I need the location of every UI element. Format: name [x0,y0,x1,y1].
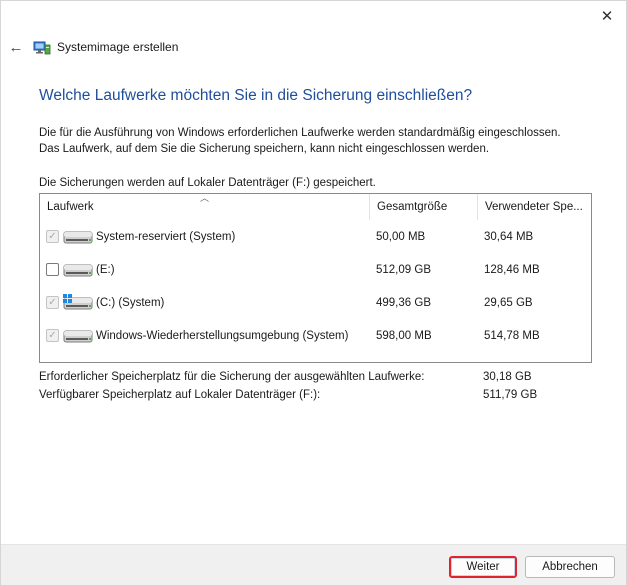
drive-name: (C:) (System) [96,296,165,309]
drive-used-space: 128,46 MB [484,263,540,276]
back-arrow-icon[interactable]: ← [9,39,24,56]
title-bar: ← Systemimage erstellen [1,33,626,61]
sort-caret-icon: ︿ [200,193,210,203]
description-line-1: Die für die Ausführung von Windows erfor… [39,127,561,139]
table-row[interactable]: ✓ (C:) (System) 499,36 GB 29,65 GB [40,286,591,319]
drive-name: Windows-Wiederherstellungsumgebung (Syst… [96,329,349,342]
column-header-drive-label: Laufwerk [47,201,94,213]
required-space-value: 30,18 GB [483,371,532,383]
check-icon: ✓ [48,296,57,308]
drive-used-space: 514,78 MB [484,329,540,342]
save-location-note: Die Sicherungen werden auf Lokaler Daten… [39,177,376,189]
drive-checkbox[interactable]: ✓ [46,296,59,309]
system-drive-icon [63,293,93,309]
hard-drive-icon [63,330,93,342]
dialog-window: ✕ ← Systemimage erstellen Welche Laufwer… [0,0,627,585]
check-icon: ✓ [48,230,57,242]
drive-checkbox[interactable] [46,263,59,276]
next-button[interactable]: Weiter [449,556,517,578]
available-space-label: Verfügbarer Speicherplatz auf Lokaler Da… [39,389,321,401]
available-space-row: Verfügbarer Speicherplatz auf Lokaler Da… [39,389,579,401]
column-header-total-size[interactable]: Gesamtgröße [369,194,477,220]
table-row[interactable]: ✓ Windows-Wiederherstellungsumgebung (Sy… [40,319,591,352]
page-heading: Welche Laufwerke möchten Sie in die Sich… [39,87,473,104]
drive-total-size: 598,00 MB [376,329,432,342]
cancel-button[interactable]: Abbrechen [525,556,615,578]
table-row[interactable]: (E:) 512,09 GB 128,46 MB [40,253,591,286]
system-image-icon [33,41,51,55]
button-bar: Weiter Abbrechen [1,544,626,585]
window-title: Systemimage erstellen [57,40,179,54]
column-header-total-size-label: Gesamtgröße [377,201,448,213]
drive-list: ︿ Laufwerk Gesamtgröße Verwendeter Spe..… [39,193,592,363]
column-header-used-space-label: Verwendeter Spe... [485,201,583,213]
drive-name: (E:) [96,263,115,276]
drive-name-cell: ✓ Windows-Wiederherstellungsumgebung (Sy… [40,327,369,345]
drive-used-space: 29,65 GB [484,296,533,309]
drive-name-cell: ✓ System-reserviert (System) [40,228,369,246]
check-icon: ✓ [48,329,57,341]
table-row[interactable]: ✓ System-reserviert (System) 50,00 MB 30… [40,220,591,253]
drive-checkbox[interactable]: ✓ [46,230,59,243]
table-header: ︿ Laufwerk Gesamtgröße Verwendeter Spe..… [40,193,591,220]
available-space-value: 511,79 GB [483,389,538,401]
drive-name: System-reserviert (System) [96,230,236,243]
hard-drive-icon [63,231,93,243]
column-header-used-space[interactable]: Verwendeter Spe... [477,194,585,220]
drive-used-space: 30,64 MB [484,230,534,243]
column-header-drive[interactable]: ︿ Laufwerk [40,193,369,220]
close-icon[interactable]: ✕ [594,5,620,27]
drive-checkbox[interactable]: ✓ [46,329,59,342]
drive-total-size: 499,36 GB [376,296,431,309]
drive-name-cell: (E:) [40,261,369,279]
hard-drive-icon [63,264,93,276]
drive-name-cell: ✓ (C:) (System) [40,293,369,312]
description-line-2: Das Laufwerk, auf dem Sie die Sicherung … [39,143,490,155]
required-space-label: Erforderlicher Speicherplatz für die Sic… [39,371,425,383]
description: Die für die Ausführung von Windows erfor… [39,125,561,157]
drive-total-size: 50,00 MB [376,230,426,243]
drive-total-size: 512,09 GB [376,263,431,276]
required-space-row: Erforderlicher Speicherplatz für die Sic… [39,371,579,383]
